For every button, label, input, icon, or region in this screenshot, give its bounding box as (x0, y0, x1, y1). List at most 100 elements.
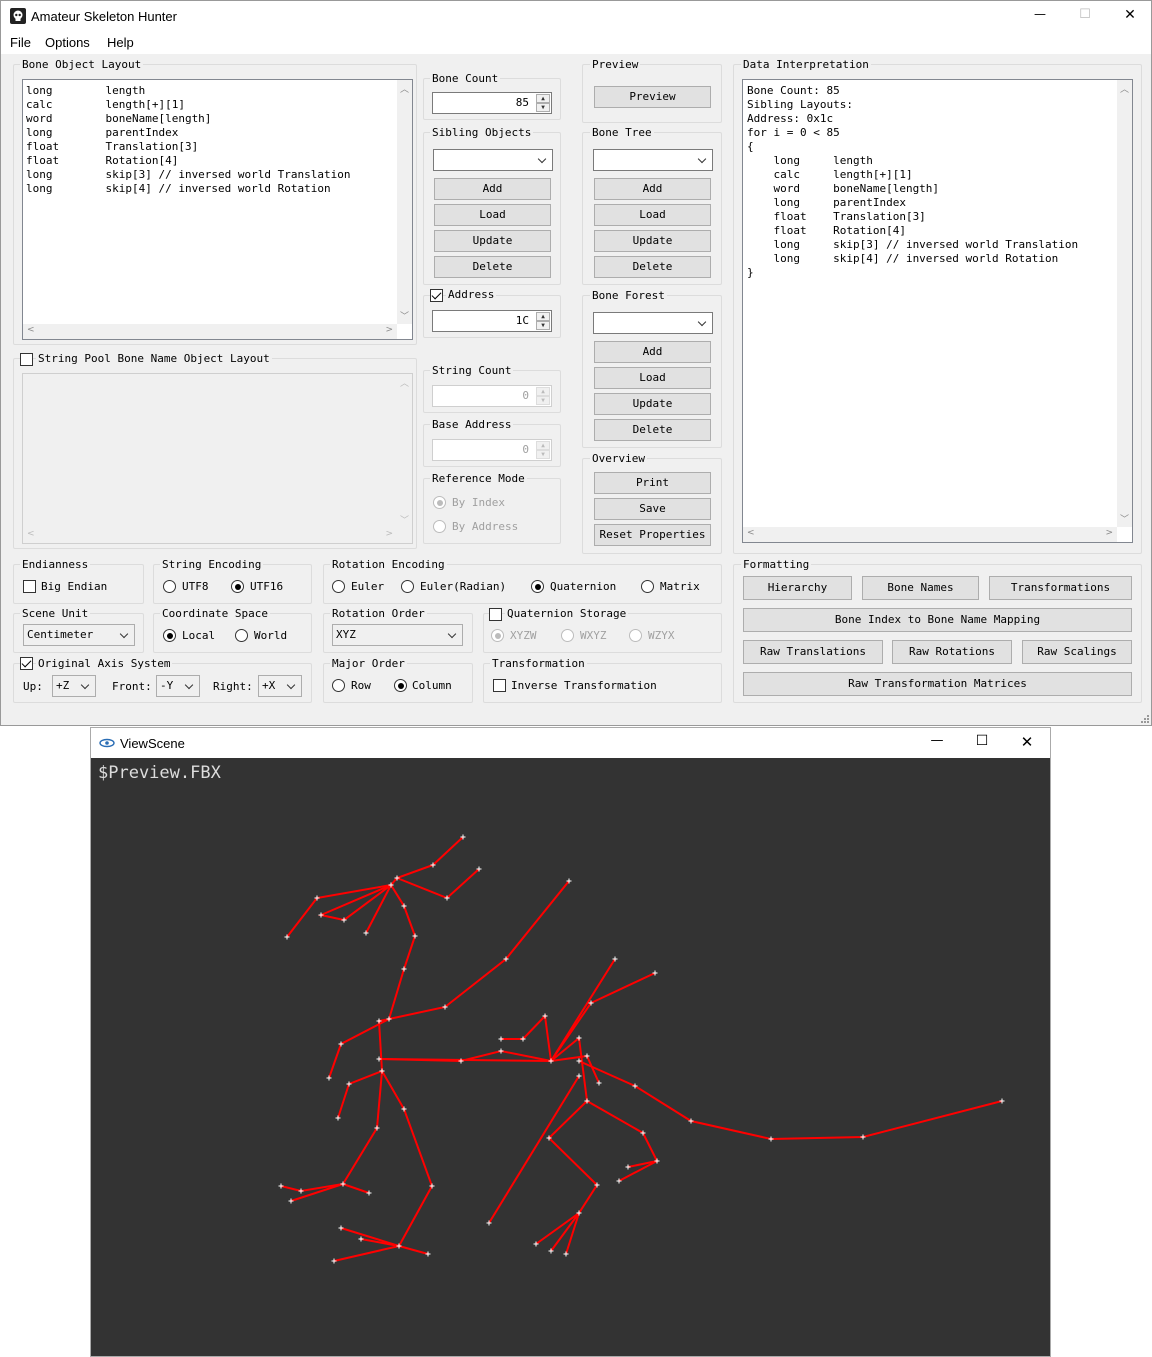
bone-segment (550, 1054, 600, 1084)
big-endian-checkbox[interactable] (23, 580, 36, 593)
raw-scalings-button[interactable]: Raw Scalings (1022, 640, 1132, 664)
maximize-button[interactable]: ☐ (1074, 7, 1096, 22)
bone-segment (342, 1183, 370, 1194)
sibling-add-button[interactable]: Add (434, 178, 551, 200)
bone-tree-add-button[interactable]: Add (594, 178, 711, 200)
raw-translations-button[interactable]: Raw Translations (743, 640, 883, 664)
address-label: Address (446, 288, 497, 301)
address-value: 1C (515, 314, 529, 327)
wzyx-radio[interactable] (629, 629, 642, 642)
bone-forest-load-button[interactable]: Load (594, 367, 711, 389)
quaternion-storage-checkbox[interactable] (489, 608, 502, 621)
stepper-down-icon[interactable]: ▼ (536, 396, 550, 405)
stepper-down-icon[interactable]: ▼ (536, 321, 550, 330)
sibling-load-button[interactable]: Load (434, 204, 551, 226)
column-radio[interactable] (394, 679, 407, 692)
sibling-update-button[interactable]: Update (434, 230, 551, 252)
address-stepper[interactable]: 1C ▲ ▼ (432, 310, 552, 332)
skeleton-viewport[interactable] (91, 758, 1050, 1356)
front-axis-select[interactable]: -Y (156, 675, 200, 697)
rotation-order-select[interactable]: XYZ (332, 624, 463, 646)
sibling-delete-button[interactable]: Delete (434, 256, 551, 278)
rotation-encoding-title: Rotation Encoding (330, 558, 447, 571)
wxyz-radio[interactable] (561, 629, 574, 642)
bone-segment (389, 836, 464, 937)
viewscene-close-button[interactable]: ✕ (1016, 733, 1038, 751)
by-address-radio[interactable] (433, 520, 446, 533)
stepper-up-icon[interactable]: ▲ (536, 387, 550, 396)
menu-help[interactable]: Help (107, 35, 134, 50)
menu-file[interactable]: File (10, 35, 31, 50)
bone-tree-select[interactable] (593, 149, 713, 171)
matrix-radio[interactable] (641, 580, 654, 593)
stepper-up-icon[interactable]: ▲ (536, 441, 550, 450)
stepper-up-icon[interactable]: ▲ (536, 94, 550, 103)
raw-rotations-button[interactable]: Raw Rotations (892, 640, 1012, 664)
stepper-down-icon[interactable]: ▼ (536, 103, 550, 112)
reset-properties-button[interactable]: Reset Properties (594, 524, 711, 546)
raw-matrices-button[interactable]: Raw Transformation Matrices (743, 672, 1132, 696)
bone-index-mapping-button[interactable]: Bone Index to Bone Name Mapping (743, 608, 1132, 632)
data-interp-text[interactable]: Bone Count: 85 Sibling Layouts: Address: 0… (742, 79, 1133, 543)
sibling-select[interactable] (433, 149, 553, 171)
save-button[interactable]: Save (594, 498, 711, 520)
up-axis-select[interactable]: +Z (52, 675, 96, 697)
scene-unit-select[interactable]: Centimeter (23, 624, 135, 646)
data-interp-line: { (747, 140, 754, 153)
viewscene-minimize-button[interactable]: — (926, 733, 948, 748)
string-count-stepper[interactable]: 0 ▲ ▼ (432, 385, 552, 407)
right-axis-select[interactable]: +X (258, 675, 302, 697)
bone-layout-editor[interactable]: long length calc length[+][1] word boneNam… (22, 79, 413, 340)
world-radio[interactable] (235, 629, 248, 642)
close-button[interactable]: ✕ (1119, 7, 1141, 23)
bone-segment (586, 1100, 659, 1182)
vertical-scrollbar[interactable]: ︿ ﹀ (397, 374, 412, 528)
bone-tree-update-button[interactable]: Update (594, 230, 711, 252)
bone-forest-select[interactable] (593, 312, 713, 334)
quaternion-radio[interactable] (531, 580, 544, 593)
bone-tree-load-button[interactable]: Load (594, 204, 711, 226)
minimize-button[interactable]: — (1029, 7, 1051, 21)
euler-radio[interactable] (332, 580, 345, 593)
utf8-radio[interactable] (163, 580, 176, 593)
bone-forest-delete-button[interactable]: Delete (594, 419, 711, 441)
data-interp-line: } (747, 266, 754, 279)
string-pool-checkbox[interactable] (20, 353, 33, 366)
stepper-down-icon[interactable]: ▼ (536, 450, 550, 459)
transformations-button[interactable]: Transformations (989, 576, 1132, 600)
bone-forest-update-button[interactable]: Update (594, 393, 711, 415)
bone-names-button[interactable]: Bone Names (862, 576, 979, 600)
bone-segment (340, 1070, 434, 1248)
row-radio[interactable] (332, 679, 345, 692)
stepper-up-icon[interactable]: ▲ (536, 312, 550, 321)
main-window: Amateur Skeleton Hunter — ☐ ✕ File Optio… (0, 0, 1152, 726)
euler-radian-radio[interactable] (401, 580, 414, 593)
horizontal-scrollbar[interactable]: < > (23, 324, 397, 339)
horizontal-scrollbar[interactable]: < > (23, 528, 397, 543)
vertical-scrollbar[interactable]: ︿ ﹀ (397, 80, 412, 324)
local-radio[interactable] (163, 629, 176, 642)
hierarchy-button[interactable]: Hierarchy (743, 576, 852, 600)
resize-grip-icon[interactable] (1140, 714, 1150, 724)
xyzw-radio[interactable] (491, 629, 504, 642)
horizontal-scrollbar[interactable]: < > (743, 527, 1117, 542)
preview-button[interactable]: Preview (594, 86, 711, 108)
utf16-radio[interactable] (231, 580, 244, 593)
viewscene-maximize-button[interactable]: ☐ (971, 733, 993, 749)
inverse-transformation-checkbox[interactable] (493, 679, 506, 692)
bone-forest-title: Bone Forest (590, 289, 667, 302)
address-checkbox[interactable] (430, 289, 443, 302)
app-skull-icon (10, 8, 26, 24)
vertical-scrollbar[interactable]: ︿ ﹀ (1117, 80, 1132, 527)
menu-options[interactable]: Options (45, 35, 90, 50)
bone-forest-add-button[interactable]: Add (594, 341, 711, 363)
by-index-radio[interactable] (433, 496, 446, 509)
original-axis-checkbox[interactable] (20, 657, 33, 670)
base-address-stepper[interactable]: 0 ▲ ▼ (432, 439, 552, 461)
print-button[interactable]: Print (594, 472, 711, 494)
bone-count-stepper[interactable]: 85 ▲ ▼ (432, 92, 552, 114)
matrix-label: Matrix (660, 580, 700, 593)
bone-tree-delete-button[interactable]: Delete (594, 256, 711, 278)
string-pool-editor[interactable]: ︿ ﹀ < > (22, 373, 413, 544)
joint-marker (860, 1134, 866, 1140)
